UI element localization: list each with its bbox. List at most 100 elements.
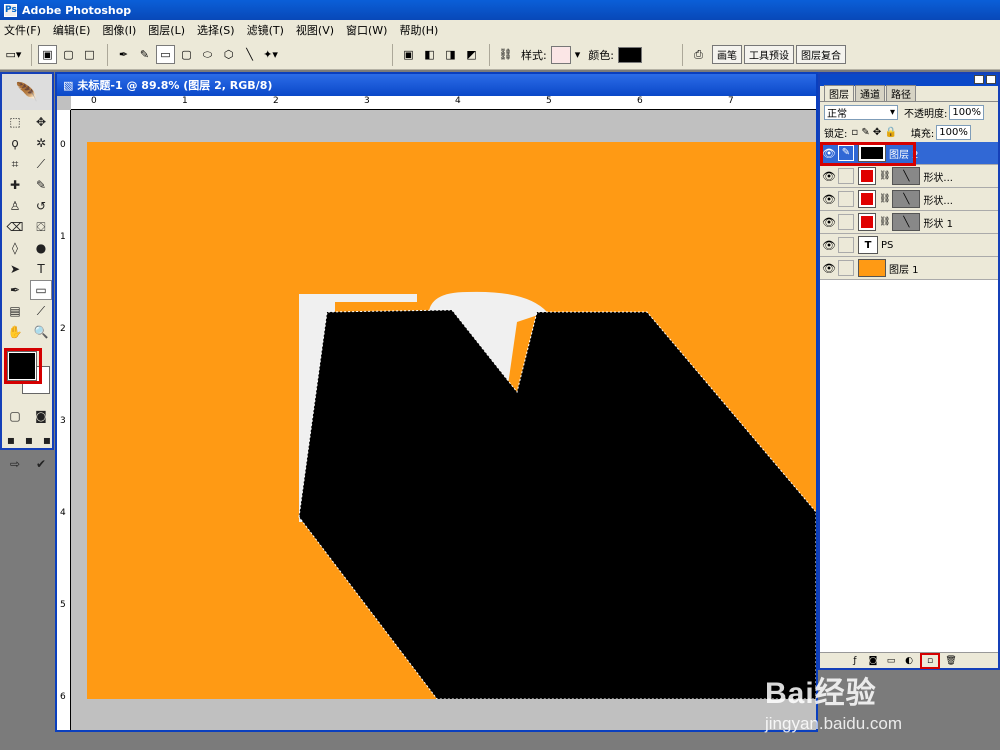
eye-icon[interactable]: 👁 [820, 216, 838, 229]
line-icon[interactable]: ╲ [240, 45, 259, 64]
layer-mask-icon[interactable]: ◙ [866, 655, 880, 667]
canvas[interactable] [87, 142, 816, 699]
brush-link-icon[interactable] [838, 168, 854, 184]
style-dropdown-icon[interactable]: ▾ [575, 48, 581, 61]
tab-layers[interactable]: 图层 [824, 85, 854, 101]
history-brush-icon[interactable]: ↺ [30, 196, 52, 216]
check-icon[interactable]: ✔ [30, 454, 52, 474]
tab-channels[interactable]: 通道 [855, 85, 885, 101]
menu-image[interactable]: 图像(I) [102, 22, 136, 38]
layer-row[interactable]: 👁 ⛓ ╲ 形状 1 [820, 211, 998, 234]
well-brushes[interactable]: 画笔 [711, 45, 742, 64]
screen-mode-2-icon[interactable]: ▪ [22, 430, 36, 450]
layer-row[interactable]: 👁 T PS [820, 234, 998, 257]
combine-intersect-icon[interactable]: ◨ [441, 45, 460, 64]
menu-edit[interactable]: 编辑(E) [53, 22, 91, 38]
new-layer-icon[interactable]: ▫ [920, 652, 940, 669]
brush-link-icon[interactable] [838, 237, 854, 253]
dodge-icon[interactable]: ● [30, 238, 52, 258]
screen-mode-3-icon[interactable]: ▪ [40, 430, 54, 450]
shape-layers-icon[interactable]: ▣ [38, 45, 57, 64]
minimize-icon[interactable] [974, 75, 984, 84]
trash-icon[interactable]: 🗑 [944, 655, 958, 667]
layer-row[interactable]: 👁 ⛓ ╲ 形状... [820, 188, 998, 211]
notes-icon[interactable]: ▤ [4, 301, 26, 321]
combine-add-icon[interactable]: ▣ [399, 45, 418, 64]
screen-mode-1-icon[interactable]: ▪ [4, 430, 18, 450]
fill-input[interactable]: 100% [936, 124, 971, 140]
pen-icon[interactable]: ✒ [114, 45, 133, 64]
zoom-icon[interactable]: 🔍 [30, 322, 52, 342]
standard-mode-icon[interactable]: ▢ [4, 406, 26, 426]
type-icon[interactable]: T [30, 259, 52, 279]
lasso-icon[interactable]: ϙ [4, 133, 26, 153]
brush-link-icon[interactable] [838, 191, 854, 207]
brush-icon[interactable]: ✎ [30, 175, 52, 195]
layer-set-icon[interactable]: ▭ [884, 655, 898, 667]
lock-icons[interactable]: ▫ ✎ ✥ 🔒 [851, 127, 897, 138]
paths-icon[interactable]: ▢ [59, 45, 78, 64]
layer-name: 形状... [923, 172, 953, 184]
marquee-icon[interactable]: ⬚ [4, 112, 26, 132]
path-select-icon[interactable]: ➤ [4, 259, 26, 279]
tool-preset-icon[interactable]: ▭▾ [4, 45, 23, 64]
combine-exclude-icon[interactable]: ◩ [462, 45, 481, 64]
menu-filter[interactable]: 滤镜(T) [247, 22, 284, 38]
rectangle-icon[interactable]: ▭ [156, 45, 175, 64]
eye-icon[interactable]: 👁 [820, 193, 838, 206]
ruler-left[interactable]: 0 1 2 3 4 5 6 [57, 110, 71, 730]
ruler-top[interactable]: 0 1 2 3 4 5 6 7 [71, 96, 816, 110]
crop-icon[interactable]: ⌗ [4, 154, 26, 174]
blur-icon[interactable]: ◊ [4, 238, 26, 258]
quickmask-mode-icon[interactable]: ◙ [30, 406, 52, 426]
combine-subtract-icon[interactable]: ◧ [420, 45, 439, 64]
rectangle-tool-icon[interactable]: ▭ [30, 280, 52, 300]
eye-icon[interactable]: 👁 [820, 262, 838, 275]
menu-view[interactable]: 视图(V) [296, 22, 334, 38]
menu-window[interactable]: 窗口(W) [346, 22, 387, 38]
healing-brush-icon[interactable]: ✚ [4, 175, 26, 195]
magic-wand-icon[interactable]: ✲ [30, 133, 52, 153]
close-icon[interactable] [986, 75, 996, 84]
fill-pixels-icon[interactable]: □ [80, 45, 99, 64]
style-swatch[interactable] [550, 45, 571, 64]
menu-file[interactable]: 文件(F) [4, 22, 41, 38]
blend-mode-select[interactable]: 正常 ▾ [824, 104, 898, 120]
jump-to-imageready-icon[interactable]: ⇨ [4, 454, 26, 474]
layer-style-icon[interactable]: ƒ [848, 655, 862, 667]
well-tool-presets[interactable]: 工具预设 [743, 45, 794, 64]
layer-row[interactable]: 👁 ⛓ ╲ 形状... [820, 165, 998, 188]
palette-well-icon[interactable]: ⎙ [689, 45, 708, 64]
menu-help[interactable]: 帮助(H) [399, 22, 438, 38]
ellipse-icon[interactable]: ⬭ [198, 45, 217, 64]
link-icon[interactable]: ⛓ [496, 45, 515, 64]
eye-icon[interactable]: 👁 [820, 239, 838, 252]
slice-icon[interactable]: ⟋ [30, 154, 52, 174]
layer-row[interactable]: 👁 图层 1 [820, 257, 998, 280]
tab-paths[interactable]: 路径 [886, 85, 916, 101]
eraser-icon[interactable]: ⌫ [4, 217, 26, 237]
selected-shape[interactable] [298, 309, 816, 699]
hand-icon[interactable]: ✋ [4, 322, 26, 342]
adjustment-layer-icon[interactable]: ◐ [902, 655, 916, 667]
brush-link-icon[interactable] [838, 214, 854, 230]
polygon-icon[interactable]: ⬡ [219, 45, 238, 64]
well-layer-comps[interactable]: 图层复合 [795, 45, 846, 64]
clone-stamp-icon[interactable]: ♙ [4, 196, 26, 216]
pen-tool-icon[interactable]: ✒ [4, 280, 26, 300]
ruler-left-label: 4 [60, 508, 66, 518]
eyedropper-icon[interactable]: ⟋ [30, 301, 52, 321]
menu-select[interactable]: 选择(S) [197, 22, 235, 38]
color-swatch[interactable] [617, 46, 642, 63]
menu-layer[interactable]: 图层(L) [148, 22, 185, 38]
document-body: 0 1 2 3 4 5 6 7 0 1 2 3 4 5 6 [57, 96, 816, 730]
freeform-pen-icon[interactable]: ✎ [135, 45, 154, 64]
eye-icon[interactable]: 👁 [820, 170, 838, 183]
rounded-rectangle-icon[interactable]: ▢ [177, 45, 196, 64]
menubar: 文件(F) 编辑(E) 图像(I) 图层(L) 选择(S) 滤镜(T) 视图(V… [0, 20, 1000, 40]
brush-link-icon[interactable] [838, 260, 854, 276]
custom-shape-icon[interactable]: ✦▾ [261, 45, 280, 64]
paint-bucket-icon[interactable]: ⛋ [30, 217, 52, 237]
opacity-input[interactable]: 100% [949, 104, 984, 120]
move-icon[interactable]: ✥ [30, 112, 52, 132]
